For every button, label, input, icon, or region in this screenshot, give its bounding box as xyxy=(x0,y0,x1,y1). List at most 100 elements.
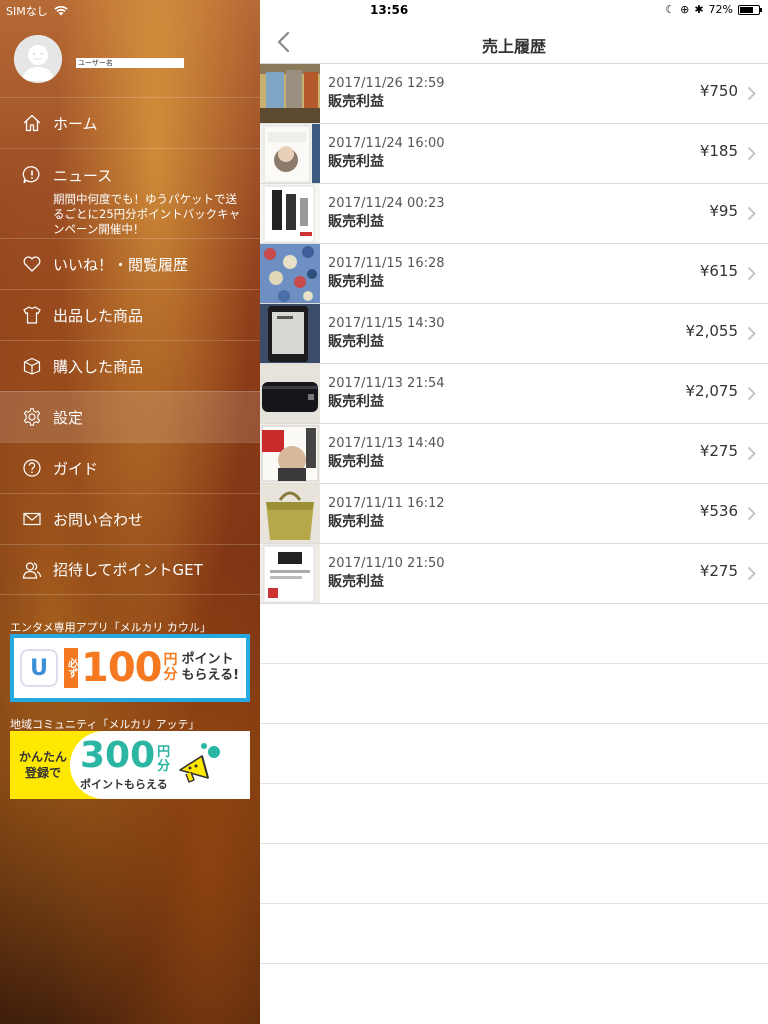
sale-amount: ¥750 xyxy=(699,82,738,100)
wifi-icon xyxy=(54,6,68,16)
menu-item-home[interactable]: ホーム xyxy=(0,97,260,148)
username[interactable]: ユーザー名 xyxy=(76,58,184,68)
battery-icon xyxy=(738,4,762,15)
sale-date: 2017/11/26 12:59 xyxy=(328,76,445,91)
promo-atte-banner[interactable]: かんたん 登録で 300 円 分 ポイントもらえる xyxy=(10,731,250,799)
menu-item-label: 購入した商品 xyxy=(53,357,144,376)
news-icon xyxy=(22,166,40,184)
menu-item-purchased-items[interactable]: 購入した商品 xyxy=(0,340,260,391)
status-bar: 13:56 ☾ ⊕ ✱ 72% xyxy=(260,0,768,20)
promo-unit-bottom: 分 xyxy=(163,667,178,683)
menu-item-likes-history[interactable]: いいね！・閲覧履歴 xyxy=(0,238,260,289)
promo-line2: もらえる! xyxy=(181,668,240,683)
menu-item-label: いいね！・閲覧履歴 xyxy=(53,255,189,274)
item-thumbnail xyxy=(260,484,320,543)
menu-item-guide[interactable]: ガイド xyxy=(0,442,260,493)
menu-item-label: 出品した商品 xyxy=(53,306,144,325)
chevron-right-icon xyxy=(747,386,756,401)
menu-item-contact[interactable]: お問い合わせ xyxy=(0,493,260,544)
promo-kauru-banner[interactable]: U 必ず 100 円 分 ポイント もらえる! xyxy=(10,634,250,702)
menu-item-settings[interactable]: 設定 xyxy=(0,391,260,442)
sale-date: 2017/11/24 00:23 xyxy=(328,196,445,211)
sale-type: 販売利益 xyxy=(328,274,384,290)
sale-amount: ¥2,055 xyxy=(685,322,739,340)
box-icon xyxy=(23,357,41,375)
item-thumbnail xyxy=(260,424,320,483)
avatar-placeholder-icon xyxy=(14,35,62,83)
sale-type: 販売利益 xyxy=(328,514,384,530)
promo-badge: 必ず xyxy=(64,648,78,688)
profile[interactable]: ユーザー名 xyxy=(14,35,184,83)
sale-type: 販売利益 xyxy=(328,394,384,410)
sale-amount: ¥95 xyxy=(709,202,738,220)
sales-row[interactable]: 2017/11/13 14:40 販売利益 ¥275 xyxy=(260,424,768,484)
sales-row[interactable]: 2017/11/10 21:50 販売利益 ¥275 xyxy=(260,544,768,604)
sales-row[interactable]: 2017/11/24 00:23 販売利益 ¥95 xyxy=(260,184,768,244)
promo-kauru-label: エンタメ専用アプリ「メルカリ カウル」 xyxy=(10,621,211,634)
sales-row[interactable]: 2017/11/26 12:59 販売利益 ¥750 xyxy=(260,64,768,124)
promo-amount: 100 xyxy=(81,645,162,691)
chevron-right-icon xyxy=(747,566,756,581)
drawer-menu: ホーム ニュース 期間中何度でも！ゆうパケットで送るごとに25円分ポイントバック… xyxy=(0,97,260,595)
orientation-lock-icon: ⊕ xyxy=(680,3,690,16)
chevron-right-icon xyxy=(747,206,756,221)
item-thumbnail xyxy=(260,304,320,363)
chevron-right-icon xyxy=(747,266,756,281)
menu-item-label: ニュース xyxy=(53,167,113,185)
item-thumbnail xyxy=(260,244,320,303)
empty-row xyxy=(260,784,768,844)
sale-date: 2017/11/11 16:12 xyxy=(328,496,445,511)
promo-unit-top: 円 xyxy=(157,745,171,760)
sales-row[interactable]: 2017/11/15 14:30 販売利益 ¥2,055 xyxy=(260,304,768,364)
sale-date: 2017/11/24 16:00 xyxy=(328,136,445,151)
item-thumbnail xyxy=(260,364,320,423)
sales-row[interactable]: 2017/11/24 16:00 販売利益 ¥185 xyxy=(260,124,768,184)
status-time: 13:56 xyxy=(370,3,409,17)
promo-line1: ポイント xyxy=(181,652,234,667)
sales-row[interactable]: 2017/11/15 16:28 販売利益 ¥615 xyxy=(260,244,768,304)
avatar[interactable] xyxy=(14,35,62,83)
menu-item-listed-items[interactable]: 出品した商品 xyxy=(0,289,260,340)
nav-bar: 売上履歴 xyxy=(260,20,768,64)
chevron-right-icon xyxy=(747,86,756,101)
sale-amount: ¥275 xyxy=(699,442,738,460)
battery-level xyxy=(740,6,753,13)
chevron-right-icon xyxy=(747,326,756,341)
item-thumbnail xyxy=(260,124,320,183)
tshirt-icon xyxy=(23,306,41,324)
menu-item-news[interactable]: ニュース 期間中何度でも！ゆうパケットで送るごとに25円分ポイントバックキャンペ… xyxy=(0,148,260,238)
sale-type: 販売利益 xyxy=(328,454,384,470)
sale-amount: ¥275 xyxy=(699,562,738,580)
sale-date: 2017/11/13 14:40 xyxy=(328,436,445,451)
menu-item-label: ホーム xyxy=(53,114,98,133)
sale-type: 販売利益 xyxy=(328,154,384,170)
promo-unit-top: 円 xyxy=(163,652,178,668)
sale-type: 販売利益 xyxy=(328,334,384,350)
promo-atte-label: 地域コミュニティ「メルカリ アッテ」 xyxy=(10,718,200,731)
empty-row xyxy=(260,904,768,964)
page-title: 売上履歴 xyxy=(481,37,546,56)
mail-icon xyxy=(23,512,41,526)
sale-amount: ¥536 xyxy=(699,502,738,520)
sales-list: 2017/11/26 12:59 販売利益 ¥750 2017/11/24 16… xyxy=(260,64,768,964)
sale-amount: ¥615 xyxy=(699,262,738,280)
megaphone-icon xyxy=(179,743,221,783)
bluetooth-icon: ✱ xyxy=(694,3,704,16)
sales-row[interactable]: 2017/11/11 16:12 販売利益 ¥536 xyxy=(260,484,768,544)
promo-caption: ポイントもらえる xyxy=(80,778,168,791)
sale-date: 2017/11/15 16:28 xyxy=(328,256,445,271)
moon-icon: ☾ xyxy=(665,3,676,16)
sales-history-screen: 13:56 ☾ ⊕ ✱ 72% 売上履歴 2017/11/26 12:59 販売… xyxy=(260,0,768,1024)
chevron-right-icon xyxy=(747,446,756,461)
empty-row xyxy=(260,844,768,904)
menu-item-label: お問い合わせ xyxy=(53,510,144,529)
item-thumbnail xyxy=(260,184,320,243)
empty-row xyxy=(260,724,768,784)
sales-row[interactable]: 2017/11/13 21:54 販売利益 ¥2,075 xyxy=(260,364,768,424)
promo-unit-bottom: 分 xyxy=(157,759,171,774)
promo-circle-line1: かんたん xyxy=(18,750,67,764)
menu-item-label: 設定 xyxy=(53,408,84,427)
sale-amount: ¥2,075 xyxy=(685,382,739,400)
menu-item-invite[interactable]: 招待してポイントGET xyxy=(0,544,260,595)
sale-type: 販売利益 xyxy=(328,94,384,110)
